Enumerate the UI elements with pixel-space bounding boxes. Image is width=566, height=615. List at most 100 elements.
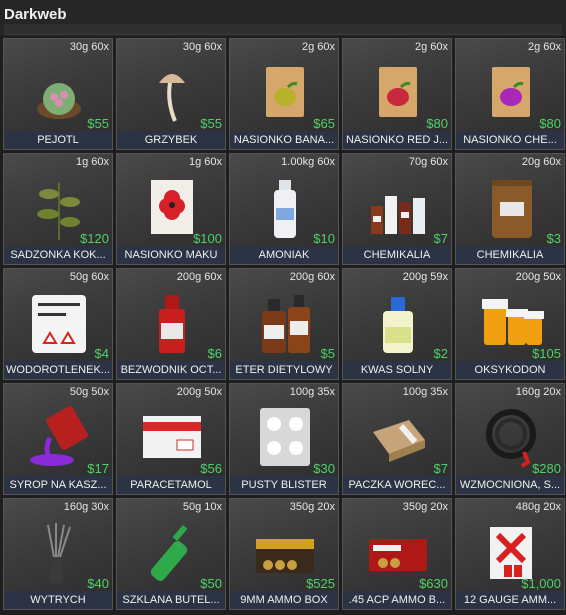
shop-item[interactable]: 30g 60x $55 GRZYBEK [116,38,226,150]
window-header: Darkweb [0,0,566,36]
item-quantity: 100g 35x [289,386,335,398]
item-label: BEZWODNIK OCT... [117,361,225,379]
glass-bottle-icon [137,517,207,587]
item-price: $2 [433,346,448,361]
shop-item[interactable]: 200g 60x $5 ETER DIETYLOWY [229,268,339,380]
item-price: $7 [433,461,448,476]
item-quantity: 2g 60x [527,41,561,53]
item-quantity: 160g 30x [63,501,109,513]
item-price: $80 [539,116,561,131]
item-label: AMONIAK [230,246,338,264]
shop-item[interactable]: 100g 35x $7 PACZKA WOREC... [342,383,452,495]
item-quantity: 200g 60x [289,271,335,283]
item-label: NASIONKO RED J... [343,131,451,149]
item-quantity: 50g 50x [69,386,109,398]
ammonia-bottle-icon [250,172,320,242]
header-bar [4,24,562,35]
item-label: PARACETAMOL [117,476,225,494]
item-quantity: 2g 60x [301,41,335,53]
item-price: $30 [313,461,335,476]
item-grid: 30g 60x $55 PEJOTL 30g 60x $55 GRZYBEK 2g 60x $… [3,38,565,610]
item-price: $56 [200,461,222,476]
shop-item[interactable]: 1g 60x $120 SADZONKA KOK... [3,153,113,265]
shop-item[interactable]: 2g 60x $80 NASIONKO RED J... [342,38,452,150]
ether-bottles-icon [250,287,320,357]
lockpick-icon [24,517,94,587]
item-price: $17 [87,461,109,476]
item-label: 9MM AMMO BOX [230,591,338,609]
item-label: .45 ACP AMMO B... [343,591,451,609]
item-quantity: 70g 60x [408,156,448,168]
seed-pack-red-icon [363,57,433,127]
item-label: WODOROTLENEK... [4,361,112,379]
item-price: $65 [313,116,335,131]
item-price: $7 [433,231,448,246]
item-quantity: 1.00kg 60x [281,156,335,168]
item-label: OKSYKODON [456,361,564,379]
item-price: $50 [200,576,222,591]
shop-item[interactable]: 200g 60x $6 BEZWODNIK OCT... [116,268,226,380]
item-quantity: 1g 60x [188,156,222,168]
item-quantity: 30g 60x [182,41,222,53]
acid-bottle-icon [363,287,433,357]
item-quantity: 350g 20x [289,501,335,513]
item-label: SYROP NA KASZ... [4,476,112,494]
item-label: PACZKA WOREC... [343,476,451,494]
item-price: $3 [546,231,561,246]
item-price: $55 [200,116,222,131]
item-label: NASIONKO BANA... [230,131,338,149]
blister-pack-icon [250,402,320,472]
shop-item[interactable]: 480g 20x $1,000 12 GAUGE AMM... [455,498,565,610]
item-price: $280 [532,461,561,476]
item-label: 12 GAUGE AMM... [456,591,564,609]
item-label: SADZONKA KOK... [4,246,112,264]
shop-item[interactable]: 20g 60x $3 CHEMIKALIA [455,153,565,265]
shop-item[interactable]: 30g 60x $55 PEJOTL [3,38,113,150]
hydroxide-bag-icon [24,287,94,357]
item-quantity: 20g 60x [521,156,561,168]
shop-item[interactable]: 70g 60x $7 CHEMIKALIA [342,153,452,265]
shop-item[interactable]: 160g 30x $40 WYTRYCH [3,498,113,610]
shop-item[interactable]: 100g 35x $30 PUSTY BLISTER [229,383,339,495]
shop-item[interactable]: 2g 60x $65 NASIONKO BANA... [229,38,339,150]
window-title: Darkweb [4,6,67,23]
item-quantity: 200g 50x [176,386,222,398]
item-price: $55 [87,116,109,131]
item-price: $100 [193,231,222,246]
item-quantity: 2g 60x [414,41,448,53]
shop-item[interactable]: 2g 60x $80 NASIONKO CHE... [455,38,565,150]
item-label: CHEMIKALIA [456,246,564,264]
item-quantity: 1g 60x [75,156,109,168]
item-quantity: 50g 60x [69,271,109,283]
item-price: $120 [80,231,109,246]
shop-item[interactable]: 200g 50x $56 PARACETAMOL [116,383,226,495]
item-label: PEJOTL [4,131,112,149]
shop-item[interactable]: 350g 20x $630.45 ACP AMMO B... [342,498,452,610]
shop-item[interactable]: 200g 59x $2 KWAS SOLNY [342,268,452,380]
shop-item[interactable]: 50g 10x $50 SZKLANA BUTEL... [116,498,226,610]
seed-pack-purple-icon [476,57,546,127]
item-quantity: 50g 10x [182,501,222,513]
item-quantity: 350g 20x [402,501,448,513]
shop-item[interactable]: 160g 20x $280 WZMOCNIONA, S... [455,383,565,495]
item-quantity: 200g 50x [515,271,561,283]
anhydride-bottle-icon [137,287,207,357]
item-quantity: 160g 20x [515,386,561,398]
shop-item[interactable]: 1g 60x $100 NASIONKO MAKU [116,153,226,265]
item-price: $1,000 [521,576,561,591]
item-quantity: 480g 20x [515,501,561,513]
item-label: KWAS SOLNY [343,361,451,379]
item-price: $4 [94,346,109,361]
item-label: GRZYBEK [117,131,225,149]
cactus-icon [24,57,94,127]
shop-item[interactable]: 1.00kg 60x $10 AMONIAK [229,153,339,265]
item-label: WZMOCNIONA, S... [456,476,564,494]
item-label: WYTRYCH [4,591,112,609]
shop-item[interactable]: 200g 50x $105 OKSYKODON [455,268,565,380]
paracetamol-box-icon [137,402,207,472]
shop-item[interactable]: 50g 50x $17 SYROP NA KASZ... [3,383,113,495]
shop-item[interactable]: 50g 60x $4 WODOROTLENEK... [3,268,113,380]
item-price: $105 [532,346,561,361]
item-price: $10 [313,231,335,246]
shop-item[interactable]: 350g 20x $525 9MM AMMO BOX [229,498,339,610]
